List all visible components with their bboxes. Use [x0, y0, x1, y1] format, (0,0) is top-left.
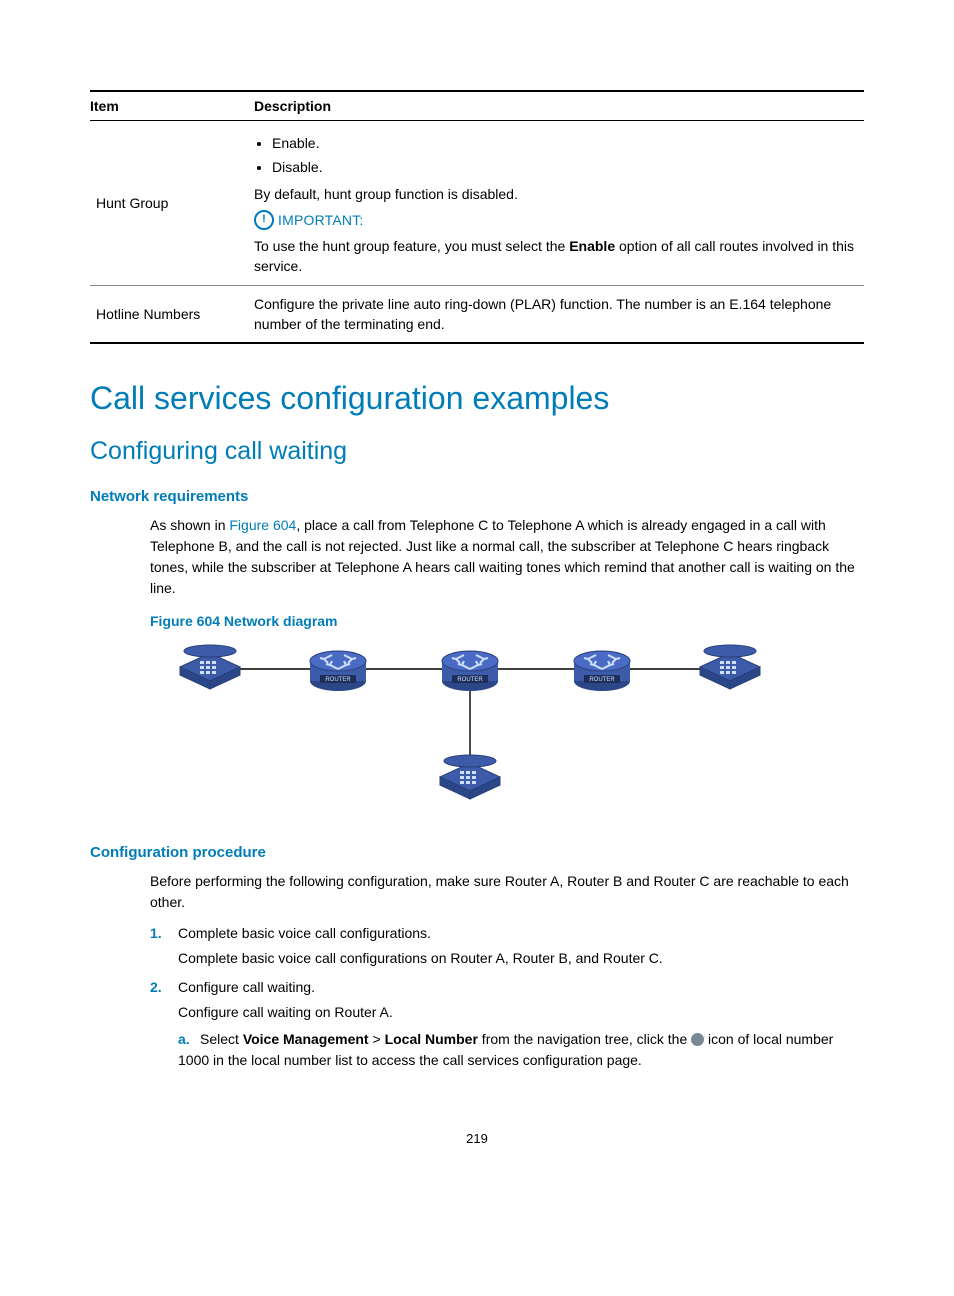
router-icon — [442, 651, 498, 691]
step-body: Complete basic voice call configurations… — [178, 948, 864, 969]
page-number: 219 — [90, 1131, 864, 1146]
network-diagram: ROUTER — [170, 639, 864, 822]
router-icon — [574, 651, 630, 691]
list-item: 1.Complete basic voice call configuratio… — [150, 923, 864, 969]
step-body: Configure call waiting on Router A. — [178, 1002, 864, 1023]
netreq-paragraph: As shown in Figure 604, place a call fro… — [150, 515, 864, 599]
procedure-list: 1.Complete basic voice call configuratio… — [150, 923, 864, 1071]
cell-item: Hunt Group — [90, 121, 254, 286]
important-text: To use the hunt group feature, you must … — [254, 236, 856, 277]
step-marker: 1. — [150, 923, 178, 944]
heading-1: Call services configuration examples — [90, 380, 864, 417]
substep-marker: a. — [178, 1029, 200, 1050]
bullet-disable: Disable. — [272, 157, 856, 177]
telephone-icon — [440, 755, 500, 799]
list-item: 2.Configure call waiting. Configure call… — [150, 977, 864, 1071]
table-row: Hotline Numbers Configure the private li… — [90, 285, 864, 343]
figure-link[interactable]: Figure 604 — [229, 517, 296, 533]
router-icon — [310, 651, 366, 691]
heading-2: Configuring call waiting — [90, 437, 864, 466]
default-text: By default, hunt group function is disab… — [254, 184, 856, 204]
step-title: Configure call waiting. — [178, 979, 315, 995]
col-description: Description — [254, 91, 864, 121]
list-item: a.Select Voice Management > Local Number… — [178, 1029, 864, 1071]
heading-cfgproc: Configuration procedure — [90, 844, 864, 861]
bullet-enable: Enable. — [272, 133, 856, 153]
table-row: Hunt Group Enable. Disable. By default, … — [90, 121, 864, 286]
figure-caption: Figure 604 Network diagram — [150, 613, 864, 629]
important-label: IMPORTANT: — [278, 210, 364, 230]
cfgproc-intro: Before performing the following configur… — [150, 871, 864, 913]
important-icon: ! — [254, 210, 274, 230]
config-table: Item Description Hunt Group Enable. Disa… — [90, 90, 864, 344]
important-callout: ! IMPORTANT: — [254, 210, 856, 230]
telephone-icon — [700, 645, 760, 689]
cell-item: Hotline Numbers — [90, 285, 254, 343]
operation-icon — [691, 1033, 704, 1046]
cell-description: Enable. Disable. By default, hunt group … — [254, 121, 864, 286]
heading-netreq: Network requirements — [90, 488, 864, 505]
step-marker: 2. — [150, 977, 178, 998]
step-title: Complete basic voice call configurations… — [178, 925, 431, 941]
cell-description: Configure the private line auto ring-dow… — [254, 285, 864, 343]
col-item: Item — [90, 91, 254, 121]
telephone-icon — [180, 645, 240, 689]
substep-text: Select Voice Management > Local Number f… — [178, 1031, 833, 1068]
